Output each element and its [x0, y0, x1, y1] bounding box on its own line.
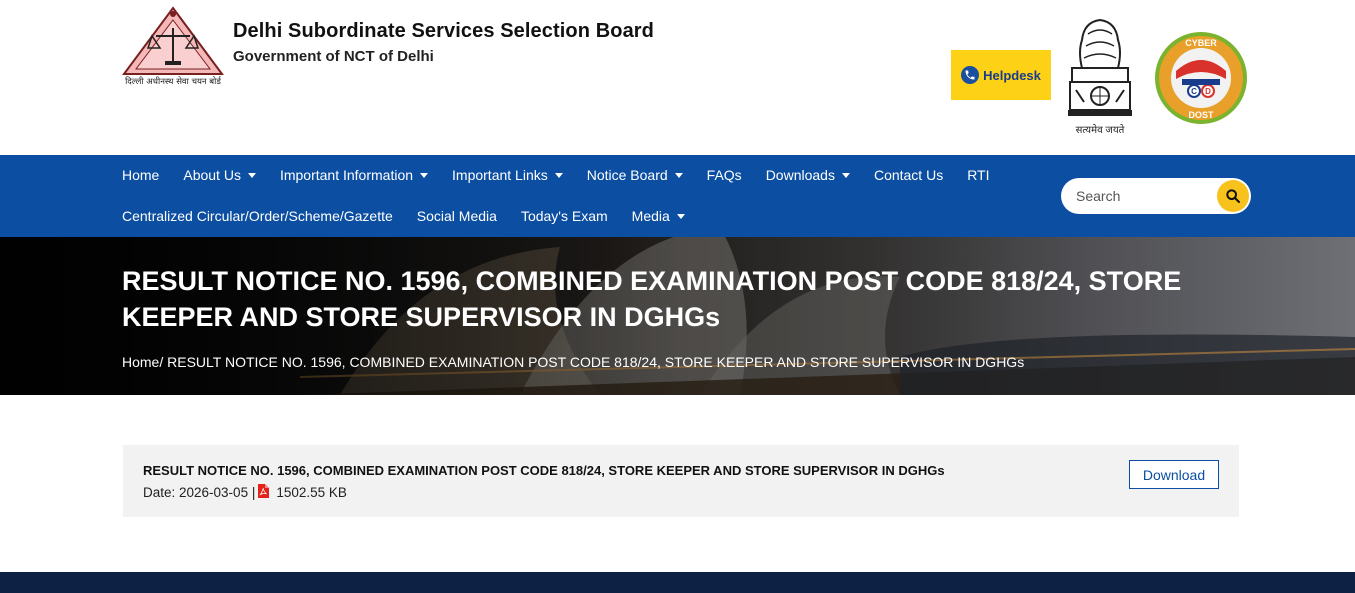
- nav-row-2: Centralized Circular/Order/Scheme/Gazett…: [122, 206, 709, 226]
- page-banner: RESULT NOTICE NO. 1596, COMBINED EXAMINA…: [0, 237, 1355, 395]
- nav-contact-us[interactable]: Contact Us: [874, 167, 943, 183]
- site-footer: [0, 572, 1355, 593]
- nav-label: Social Media: [416, 208, 497, 224]
- nav-label: Home: [122, 167, 160, 183]
- main-navbar: Home About Us Important Information Impo…: [0, 155, 1355, 237]
- cyber-dost-badge[interactable]: CYBER C D DOST: [1154, 31, 1248, 125]
- nav-label: RTI: [967, 167, 990, 183]
- search-button[interactable]: [1217, 180, 1249, 212]
- org-block: Delhi Subordinate Services Selection Boa…: [233, 20, 654, 65]
- cyber-bottom-text: DOST: [1188, 110, 1214, 120]
- search-icon: [1226, 189, 1240, 203]
- breadcrumb-home-link[interactable]: Home/: [122, 354, 163, 370]
- chevron-down-icon: [676, 213, 685, 219]
- dsssb-logo-icon[interactable]: दिल्ली अधीनस्थ सेवा चयन बोर्ड: [122, 6, 224, 88]
- helpdesk-label: Helpdesk: [983, 67, 1041, 83]
- nav-label: Media: [631, 208, 670, 224]
- nav-label: Centralized Circular/Order/Scheme/Gazett…: [122, 208, 393, 224]
- nav-label: About Us: [183, 167, 241, 183]
- search-box: [1061, 178, 1251, 214]
- chevron-down-icon: [247, 172, 256, 178]
- pdf-file-icon: [258, 484, 270, 501]
- nav-label: Important Links: [452, 167, 548, 183]
- cyber-letter-d: D: [1205, 87, 1211, 96]
- logo-caption: दिल्ली अधीनस्थ सेवा चयन बोर्ड: [125, 76, 222, 87]
- helpdesk-button[interactable]: Helpdesk: [951, 50, 1051, 100]
- nav-label: Contact Us: [873, 167, 944, 183]
- nav-home[interactable]: Home: [122, 167, 159, 183]
- nav-centralized-circular[interactable]: Centralized Circular/Order/Scheme/Gazett…: [122, 208, 393, 224]
- org-title[interactable]: Delhi Subordinate Services Selection Boa…: [233, 20, 654, 43]
- search-input[interactable]: [1061, 178, 1211, 214]
- breadcrumb-current: RESULT NOTICE NO. 1596, COMBINED EXAMINA…: [163, 354, 1025, 370]
- document-size: 1502.55 KB: [276, 485, 347, 500]
- chevron-down-icon: [420, 172, 429, 178]
- nav-about-us[interactable]: About Us: [183, 167, 256, 183]
- nav-notice-board[interactable]: Notice Board: [587, 167, 683, 183]
- document-title: RESULT NOTICE NO. 1596, COMBINED EXAMINA…: [143, 463, 945, 478]
- nav-important-links[interactable]: Important Links: [452, 167, 563, 183]
- nav-media[interactable]: Media: [632, 208, 685, 224]
- national-emblem-icon: [1068, 18, 1132, 116]
- org-subtitle: Government of NCT of Delhi: [233, 48, 434, 65]
- document-date: Date: 2026-03-05 |: [143, 485, 256, 500]
- nav-label: Today's Exam: [520, 208, 608, 224]
- phone-icon: [961, 66, 980, 84]
- nav-downloads[interactable]: Downloads: [766, 167, 850, 183]
- nav-todays-exam[interactable]: Today's Exam: [521, 208, 608, 224]
- cyber-top-text: CYBER: [1185, 38, 1217, 48]
- emblem-caption: सत्यमेव जयते: [1075, 125, 1125, 136]
- nav-social-media[interactable]: Social Media: [417, 208, 497, 224]
- nav-label: Notice Board: [586, 167, 668, 183]
- site-header: दिल्ली अधीनस्थ सेवा चयन बोर्ड Delhi Subo…: [0, 0, 1355, 155]
- breadcrumb: Home/ RESULT NOTICE NO. 1596, COMBINED E…: [122, 354, 1024, 370]
- page-title: RESULT NOTICE NO. 1596, COMBINED EXAMINA…: [122, 266, 1182, 332]
- cyber-letter-c: C: [1191, 87, 1197, 96]
- nav-label: FAQs: [706, 167, 742, 183]
- chevron-down-icon: [841, 172, 850, 178]
- download-button[interactable]: Download: [1129, 460, 1219, 489]
- chevron-down-icon: [554, 172, 563, 178]
- nav-faqs[interactable]: FAQs: [707, 167, 742, 183]
- document-meta: Date: 2026-03-05 | 1502.55 KB: [143, 484, 347, 501]
- nav-row-1: Home About Us Important Information Impo…: [122, 165, 1014, 185]
- nav-important-information[interactable]: Important Information: [279, 167, 429, 183]
- nav-label: Important Information: [279, 167, 414, 183]
- chevron-down-icon: [674, 172, 683, 178]
- nav-rti[interactable]: RTI: [967, 167, 989, 183]
- document-card: RESULT NOTICE NO. 1596, COMBINED EXAMINA…: [123, 445, 1239, 517]
- nav-label: Downloads: [765, 167, 835, 183]
